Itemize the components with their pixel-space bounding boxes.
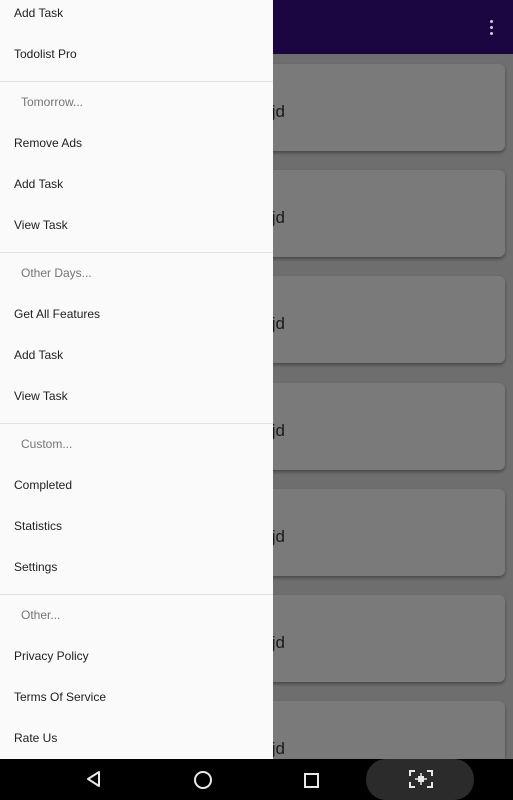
drawer-item-get-all-features[interactable]: Get All Features (14, 306, 100, 322)
drawer-item-privacy-policy[interactable]: Privacy Policy (14, 648, 89, 664)
drawer-item-remove-ads[interactable]: Remove Ads (14, 135, 82, 151)
navigation-drawer: Add Task Todolist Pro Tomorrow... Remove… (0, 0, 273, 759)
drawer-item-settings[interactable]: Settings (14, 559, 57, 575)
system-nav-bar (0, 759, 513, 800)
section-header-other: Other... (21, 608, 61, 622)
drawer-item-todolist-pro[interactable]: Todolist Pro (14, 46, 77, 62)
drawer-item-add-task[interactable]: Add Task (14, 347, 63, 363)
back-triangle-icon[interactable] (86, 771, 102, 787)
section-header-other-days: Other Days... (21, 266, 92, 280)
drawer-item-add-task[interactable]: Add Task (14, 176, 63, 192)
divider (0, 423, 273, 424)
section-header-tomorrow: Tomorrow... (21, 95, 84, 109)
drawer-item-rate-us[interactable]: Rate Us (14, 730, 57, 746)
drawer-item-view-task[interactable]: View Task (14, 217, 68, 233)
divider (0, 252, 273, 253)
drawer-item-terms-of-service[interactable]: Terms Of Service (14, 689, 106, 705)
recents-square-icon[interactable] (304, 773, 319, 788)
drawer-item-completed[interactable]: Completed (14, 477, 72, 493)
divider (0, 81, 273, 82)
section-header-custom: Custom... (21, 437, 73, 451)
more-vert-icon[interactable] (489, 20, 495, 36)
drawer-item-view-task[interactable]: View Task (14, 388, 68, 404)
drawer-item-statistics[interactable]: Statistics (14, 518, 62, 534)
drawer-item-add-task[interactable]: Add Task (14, 5, 63, 21)
divider (0, 594, 273, 595)
screenshot-icon[interactable] (409, 770, 433, 788)
home-circle-icon[interactable] (194, 771, 212, 789)
